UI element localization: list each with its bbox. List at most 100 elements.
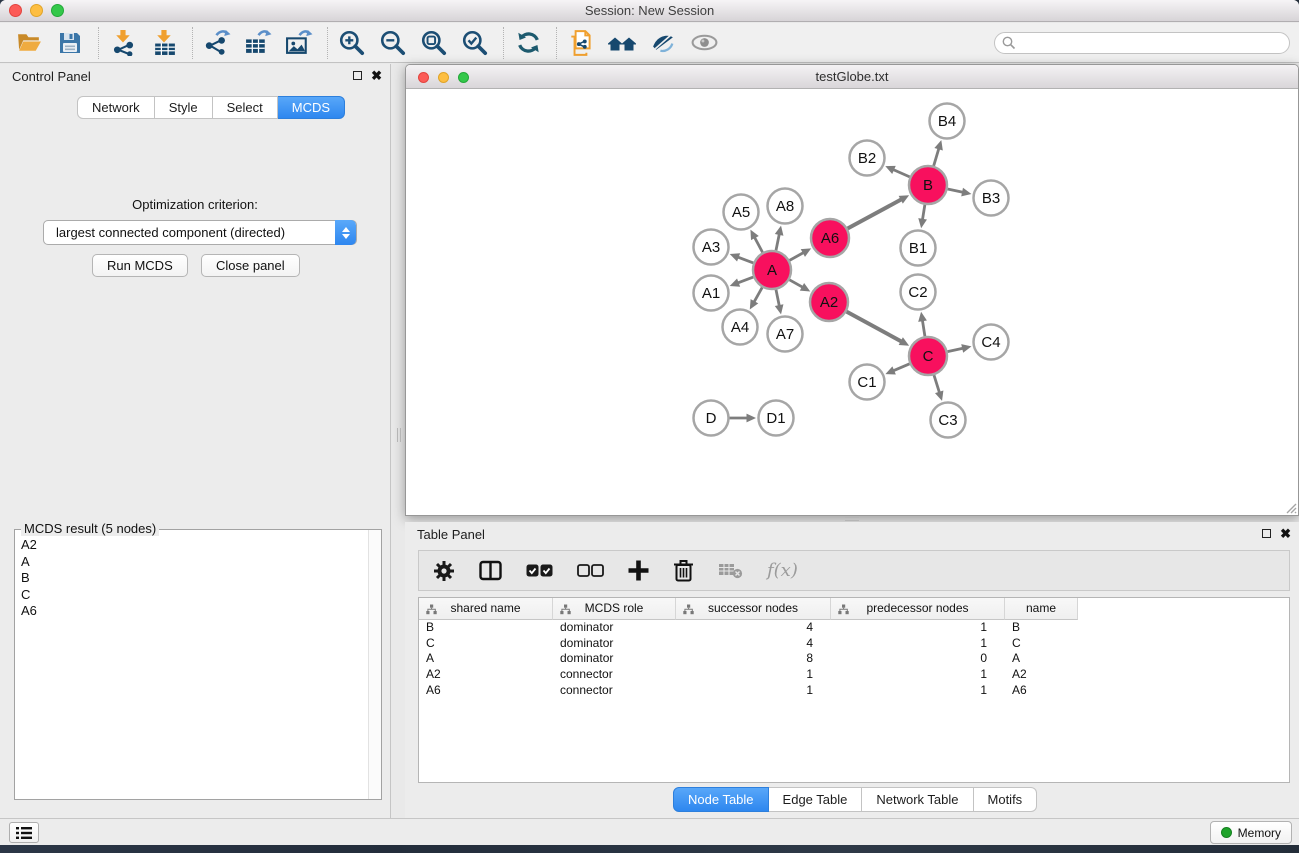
cell-MCDS-role[interactable]: dominator <box>553 651 676 667</box>
import-table-button[interactable] <box>149 28 179 58</box>
edge-A-A8[interactable] <box>776 233 780 250</box>
run-mcds-button[interactable]: Run MCDS <box>92 254 188 277</box>
criterion-select[interactable]: largest connected component (directed) <box>43 220 357 245</box>
cell-shared-name[interactable]: C <box>419 636 553 652</box>
table-row[interactable]: A2connector11A2 <box>419 667 1289 683</box>
edge-A6-B[interactable] <box>848 199 903 229</box>
node-B4[interactable]: B4 <box>930 104 965 139</box>
result-scrollbar[interactable] <box>368 530 381 799</box>
export-table-button[interactable] <box>243 28 273 58</box>
node-A3[interactable]: A3 <box>694 230 729 265</box>
tab-motifs[interactable]: Motifs <box>974 787 1038 812</box>
edge-A-A7[interactable] <box>776 290 780 307</box>
edge-C-C4[interactable] <box>948 348 965 352</box>
node-C[interactable]: C <box>909 337 947 375</box>
cell-MCDS-role[interactable]: connector <box>553 667 676 683</box>
export-image-button[interactable] <box>284 28 314 58</box>
tab-style[interactable]: Style <box>155 96 213 119</box>
edge-C-C1[interactable] <box>892 364 909 371</box>
node-C1[interactable]: C1 <box>850 365 885 400</box>
horizontal-splitter-handle[interactable] <box>845 517 859 521</box>
result-item[interactable]: A2 <box>21 537 368 554</box>
toggle-graphics-details-button[interactable] <box>648 28 678 58</box>
table-row[interactable]: Cdominator41C <box>419 636 1289 652</box>
close-panel-icon[interactable]: ✖ <box>1280 527 1291 540</box>
node-B[interactable]: B <box>909 166 947 204</box>
cell-MCDS-role[interactable]: dominator <box>553 620 676 636</box>
float-panel-icon[interactable] <box>1262 529 1271 538</box>
home-button[interactable] <box>607 28 637 58</box>
zoom-fit-button[interactable] <box>419 28 449 58</box>
edge-C-C2[interactable] <box>922 319 925 336</box>
import-network-button[interactable] <box>108 28 138 58</box>
network-canvas[interactable]: B4B2BB3A8A5A6A3B1AC2A1A2A4A7C4CC1C3DD1 <box>406 89 1298 515</box>
cell-shared-name[interactable]: A6 <box>419 683 553 699</box>
cell-predecessor-nodes[interactable]: 1 <box>831 636 1005 652</box>
node-D1[interactable]: D1 <box>759 401 794 436</box>
function-builder-button[interactable]: f(x) <box>767 560 798 581</box>
result-item[interactable]: A6 <box>21 603 368 620</box>
zoom-out-button[interactable] <box>378 28 408 58</box>
node-C2[interactable]: C2 <box>901 275 936 310</box>
node-A[interactable]: A <box>753 251 791 289</box>
memory-button[interactable]: Memory <box>1210 821 1292 844</box>
network-window-titlebar[interactable]: testGlobe.txt <box>406 65 1298 89</box>
zoom-in-button[interactable] <box>337 28 367 58</box>
cell-name[interactable]: B <box>1005 620 1078 636</box>
edge-A-A4[interactable] <box>753 287 762 303</box>
edge-B-B1[interactable] <box>922 205 925 221</box>
table-row[interactable]: A6connector11A6 <box>419 683 1289 699</box>
cell-predecessor-nodes[interactable]: 1 <box>831 667 1005 683</box>
node-A6[interactable]: A6 <box>811 219 849 257</box>
edge-A-A2[interactable] <box>789 280 803 288</box>
panel-selector-button[interactable] <box>9 822 39 843</box>
column-header-MCDS-role[interactable]: MCDS role <box>553 598 676 620</box>
mcds-result-list[interactable]: A2ABCA6 <box>15 533 368 799</box>
float-panel-icon[interactable] <box>353 71 362 80</box>
tab-node-table[interactable]: Node Table <box>673 787 769 812</box>
search-input[interactable] <box>994 32 1290 54</box>
node-A2[interactable]: A2 <box>810 283 848 321</box>
node-C4[interactable]: C4 <box>974 325 1009 360</box>
cell-successor-nodes[interactable]: 1 <box>676 683 831 699</box>
column-header-shared-name[interactable]: shared name <box>419 598 553 620</box>
edge-C-C3[interactable] <box>934 375 940 394</box>
refresh-button[interactable] <box>513 28 543 58</box>
save-session-button[interactable] <box>55 28 85 58</box>
cell-name[interactable]: C <box>1005 636 1078 652</box>
edge-A-A3[interactable] <box>737 257 754 263</box>
close-panel-button[interactable]: Close panel <box>201 254 300 277</box>
node-A8[interactable]: A8 <box>768 189 803 224</box>
cell-successor-nodes[interactable]: 4 <box>676 620 831 636</box>
vertical-splitter-handle[interactable] <box>397 428 401 442</box>
cell-shared-name[interactable]: A <box>419 651 553 667</box>
cell-successor-nodes[interactable]: 8 <box>676 651 831 667</box>
cell-predecessor-nodes[interactable]: 1 <box>831 683 1005 699</box>
cell-shared-name[interactable]: A2 <box>419 667 553 683</box>
edge-B-B3[interactable] <box>948 189 964 192</box>
edge-A2-C[interactable] <box>847 312 903 343</box>
cell-predecessor-nodes[interactable]: 0 <box>831 651 1005 667</box>
node-A1[interactable]: A1 <box>694 276 729 311</box>
column-header-successor-nodes[interactable]: successor nodes <box>676 598 831 620</box>
main-titlebar[interactable]: Session: New Session <box>0 0 1299 22</box>
table-row[interactable]: Adominator80A <box>419 651 1289 667</box>
result-item[interactable]: B <box>21 570 368 587</box>
cell-MCDS-role[interactable]: connector <box>553 683 676 699</box>
result-item[interactable]: A <box>21 554 368 571</box>
tab-mcds[interactable]: MCDS <box>278 96 345 119</box>
select-all-checkboxes-button[interactable] <box>526 564 553 577</box>
table-row[interactable]: Bdominator41B <box>419 620 1289 636</box>
cell-MCDS-role[interactable]: dominator <box>553 636 676 652</box>
add-column-button[interactable] <box>628 560 649 581</box>
edge-B-B4[interactable] <box>934 147 939 165</box>
node-D[interactable]: D <box>694 401 729 436</box>
cell-successor-nodes[interactable]: 1 <box>676 667 831 683</box>
edge-A-A1[interactable] <box>737 277 754 283</box>
tab-network[interactable]: Network <box>77 96 155 119</box>
result-item[interactable]: C <box>21 587 368 604</box>
column-header-predecessor-nodes[interactable]: predecessor nodes <box>831 598 1005 620</box>
delete-columns-button[interactable] <box>673 559 694 582</box>
clone-network-button[interactable] <box>566 28 596 58</box>
node-A5[interactable]: A5 <box>724 195 759 230</box>
